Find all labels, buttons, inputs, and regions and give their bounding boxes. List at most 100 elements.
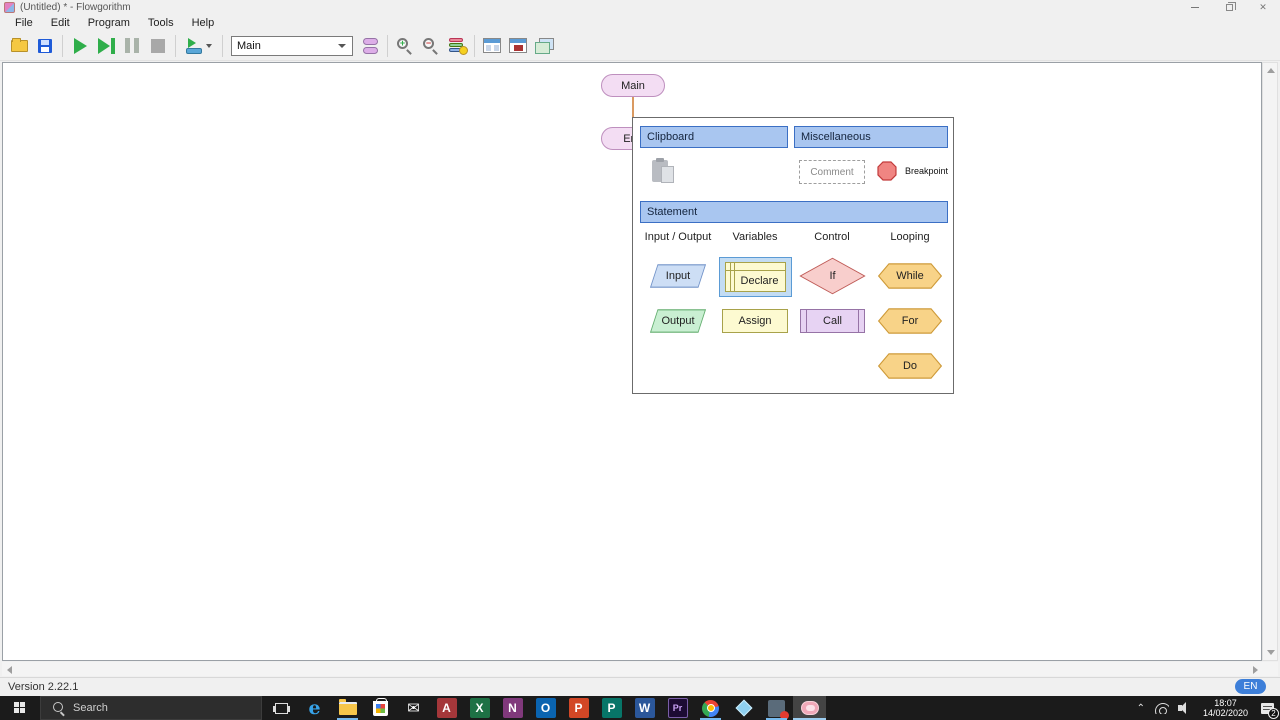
taskbar-icon-file-explorer[interactable] — [331, 696, 364, 720]
program-window-button[interactable] — [505, 33, 531, 59]
save-button[interactable] — [32, 33, 58, 59]
if-label: If — [829, 270, 836, 282]
task-view-button[interactable] — [266, 696, 296, 720]
language-badge[interactable]: EN — [1235, 679, 1266, 694]
zoom-out-button[interactable]: − — [418, 33, 444, 59]
flowchart-node-main[interactable]: Main — [601, 74, 665, 97]
paste-clipboard-icon[interactable] — [652, 158, 678, 186]
menu-program[interactable]: Program — [79, 16, 139, 30]
palette-item-do[interactable]: Do — [878, 353, 942, 379]
call-label: Call — [823, 315, 842, 327]
hidden-icons-chevron[interactable]: ⌃ — [1131, 703, 1151, 714]
palette-item-breakpoint[interactable]: Breakpoint — [877, 161, 948, 181]
scroll-up-icon[interactable] — [1267, 68, 1275, 73]
clipboard-section-header: Clipboard — [640, 126, 788, 148]
mail-icon: ✉ — [407, 700, 420, 717]
palette-item-output[interactable]: Output — [650, 309, 706, 333]
horizontal-scrollbar[interactable] — [2, 662, 1278, 676]
palette-item-comment[interactable]: Comment — [799, 160, 865, 184]
function-selector[interactable]: Main — [231, 35, 353, 56]
column-control: Control — [814, 231, 850, 243]
menu-edit[interactable]: Edit — [42, 16, 79, 30]
step-forward-icon — [97, 37, 115, 54]
taskbar-icon-mail[interactable]: ✉ — [397, 696, 430, 720]
zoom-reset-button[interactable] — [444, 33, 470, 59]
taskbar-search-box[interactable] — [40, 696, 262, 720]
menu-tools[interactable]: Tools — [139, 16, 183, 30]
cascade-windows-button[interactable] — [531, 33, 557, 59]
toolbar-separator — [474, 34, 475, 57]
taskbar-icon-outlook[interactable]: O — [529, 696, 562, 720]
edge-icon: e — [308, 697, 321, 719]
clipboard-page — [661, 166, 674, 183]
taskbar-icon-photos[interactable] — [760, 696, 793, 720]
palette-item-assign[interactable]: Assign — [722, 309, 788, 333]
open-folder-icon — [10, 37, 28, 52]
scroll-down-icon[interactable] — [1267, 650, 1275, 655]
restore-button[interactable] — [1212, 0, 1246, 15]
scroll-left-icon[interactable] — [7, 666, 12, 674]
palette-item-input[interactable]: Input — [650, 264, 706, 288]
function-selector-value: Main — [237, 39, 261, 52]
version-label: Version 2.22.1 — [8, 681, 79, 693]
premiere-icon: Pr — [667, 698, 688, 718]
powerpoint-icon: P — [568, 698, 589, 718]
diamond-app-icon — [735, 699, 752, 717]
screen: (Untitled) * - Flowgorithm ✕ File Edit P… — [0, 0, 1280, 720]
palette-item-for[interactable]: For — [878, 308, 942, 334]
menu-bar: File Edit Program Tools Help — [0, 15, 1280, 31]
step-button[interactable] — [93, 33, 119, 59]
palette-item-declare[interactable]: Declare — [725, 262, 786, 292]
taskbar-icon-onenote[interactable]: N — [496, 696, 529, 720]
taskbar-icon-access[interactable]: A — [430, 696, 463, 720]
column-looping: Looping — [890, 231, 930, 243]
close-button[interactable]: ✕ — [1246, 0, 1280, 15]
layout-panels-button[interactable] — [479, 33, 505, 59]
taskbar-icon-onedrive-diamond[interactable] — [727, 696, 760, 720]
function-manager-button[interactable] — [357, 33, 383, 59]
flowchart-canvas[interactable]: Main End Clipboard Miscellaneous Comment — [2, 62, 1262, 661]
search-input[interactable] — [73, 702, 223, 714]
source-code-viewer-button[interactable] — [180, 33, 218, 59]
zoom-out-icon: − — [423, 37, 439, 55]
wifi-icon[interactable] — [1154, 702, 1169, 714]
stop-button[interactable] — [145, 33, 171, 59]
run-button[interactable] — [67, 33, 93, 59]
menu-file[interactable]: File — [6, 16, 42, 30]
do-label: Do — [902, 360, 918, 372]
status-bar: Version 2.22.1 EN — [0, 677, 1280, 696]
file-explorer-icon — [338, 698, 357, 715]
store-icon — [373, 697, 388, 716]
taskbar-icon-edge[interactable]: e — [298, 696, 331, 720]
taskbar-icon-store[interactable] — [364, 696, 397, 720]
pause-icon — [125, 38, 139, 53]
menu-help[interactable]: Help — [183, 16, 224, 30]
pause-button[interactable] — [119, 33, 145, 59]
zoom-in-button[interactable]: + — [392, 33, 418, 59]
taskbar-icon-powerpoint[interactable]: P — [562, 696, 595, 720]
minimize-button[interactable] — [1178, 0, 1212, 15]
palette-item-call[interactable]: Call — [800, 309, 865, 333]
vertical-scrollbar[interactable] — [1262, 62, 1278, 661]
declare-line — [730, 263, 731, 291]
scroll-right-icon[interactable] — [1253, 666, 1258, 674]
taskbar-icon-flowgorithm[interactable] — [793, 696, 826, 720]
taskbar-icon-excel[interactable]: X — [463, 696, 496, 720]
toolbar-separator — [175, 34, 176, 57]
toolbar-separator — [387, 34, 388, 57]
open-button[interactable] — [6, 33, 32, 59]
palette-item-while[interactable]: While — [878, 263, 942, 289]
taskbar-icon-premiere[interactable]: Pr — [661, 696, 694, 720]
program-window-icon — [509, 38, 527, 53]
palette-item-if[interactable]: If — [799, 257, 866, 295]
taskbar-icon-word[interactable]: W — [628, 696, 661, 720]
palette-item-declare-highlight[interactable]: Declare — [719, 257, 792, 297]
chevron-down-icon — [338, 43, 346, 48]
notification-center-button[interactable]: 2 — [1254, 696, 1280, 720]
taskbar-clock[interactable]: 18:07 14/02/2020 — [1197, 698, 1254, 718]
speaker-icon[interactable] — [1177, 702, 1192, 714]
clock-time: 18:07 — [1214, 698, 1237, 708]
taskbar-icon-chrome[interactable] — [694, 696, 727, 720]
taskbar-icon-publisher[interactable]: P — [595, 696, 628, 720]
start-button[interactable] — [0, 696, 40, 720]
